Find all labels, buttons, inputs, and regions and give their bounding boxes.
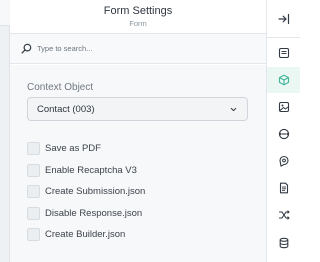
app-frame: Form Settings Form Context Object Contac… [0, 0, 300, 262]
search-bar [10, 34, 266, 64]
checkbox[interactable] [27, 142, 40, 156]
toolbar-image-button[interactable] [267, 94, 300, 120]
collapse-right-icon [277, 13, 289, 24]
checkbox[interactable] [27, 163, 40, 177]
toolbar-link-button[interactable] [267, 121, 300, 147]
panel-header: Form Settings Form [10, 0, 266, 34]
option-label: Enable Recaptcha V3 [45, 164, 137, 176]
option-enable-recaptcha[interactable]: Enable Recaptcha V3 [27, 160, 145, 182]
toolbar-document-button[interactable] [267, 175, 300, 201]
option-create-builder-json[interactable]: Create Builder.json [27, 224, 145, 246]
panel-subtitle: Form [129, 18, 147, 28]
location-icon [278, 155, 289, 167]
checkbox[interactable] [27, 228, 40, 242]
database-icon [279, 237, 288, 249]
left-edge [0, 0, 10, 262]
context-object-value: Contact (003) [37, 103, 95, 115]
list-icon [278, 47, 289, 59]
option-label: Create Builder.json [45, 229, 126, 241]
toolbar-database-button[interactable] [267, 230, 300, 256]
option-label: Create Submission.json [45, 186, 146, 198]
cube-icon [278, 74, 289, 86]
option-label: Save as PDF [45, 143, 101, 155]
checkbox[interactable] [27, 185, 40, 199]
right-toolbar [266, 0, 300, 262]
toolbar-location-button[interactable] [267, 148, 300, 174]
collapse-panel-button[interactable] [267, 0, 300, 38]
panel-title: Form Settings [103, 4, 173, 17]
image-icon [278, 101, 289, 113]
left-edge-tab [0, 0, 10, 26]
option-create-submission-json[interactable]: Create Submission.json [27, 181, 145, 203]
toolbar-shuffle-button[interactable] [267, 202, 300, 228]
chevron-down-icon [230, 107, 237, 111]
form-settings-panel: Form Settings Form Context Object Contac… [10, 0, 266, 262]
settings-body: Context Object Contact (003) Save as PDF… [10, 65, 266, 262]
shuffle-icon [278, 210, 290, 220]
search-icon [21, 43, 32, 54]
search-input[interactable] [37, 44, 237, 53]
option-label: Disable Response.json [45, 207, 143, 219]
toolbar-list-button[interactable] [267, 40, 300, 66]
option-save-as-pdf[interactable]: Save as PDF [27, 138, 145, 160]
link-icon [278, 128, 289, 140]
options-list: Save as PDF Enable Recaptcha V3 Create S… [27, 138, 145, 246]
context-object-select[interactable]: Contact (003) [27, 97, 248, 121]
document-icon [279, 182, 288, 194]
option-disable-response-json[interactable]: Disable Response.json [27, 203, 145, 225]
context-object-label: Context Object [27, 82, 94, 93]
toolbar-object-button[interactable] [267, 67, 300, 93]
checkbox[interactable] [27, 206, 40, 220]
